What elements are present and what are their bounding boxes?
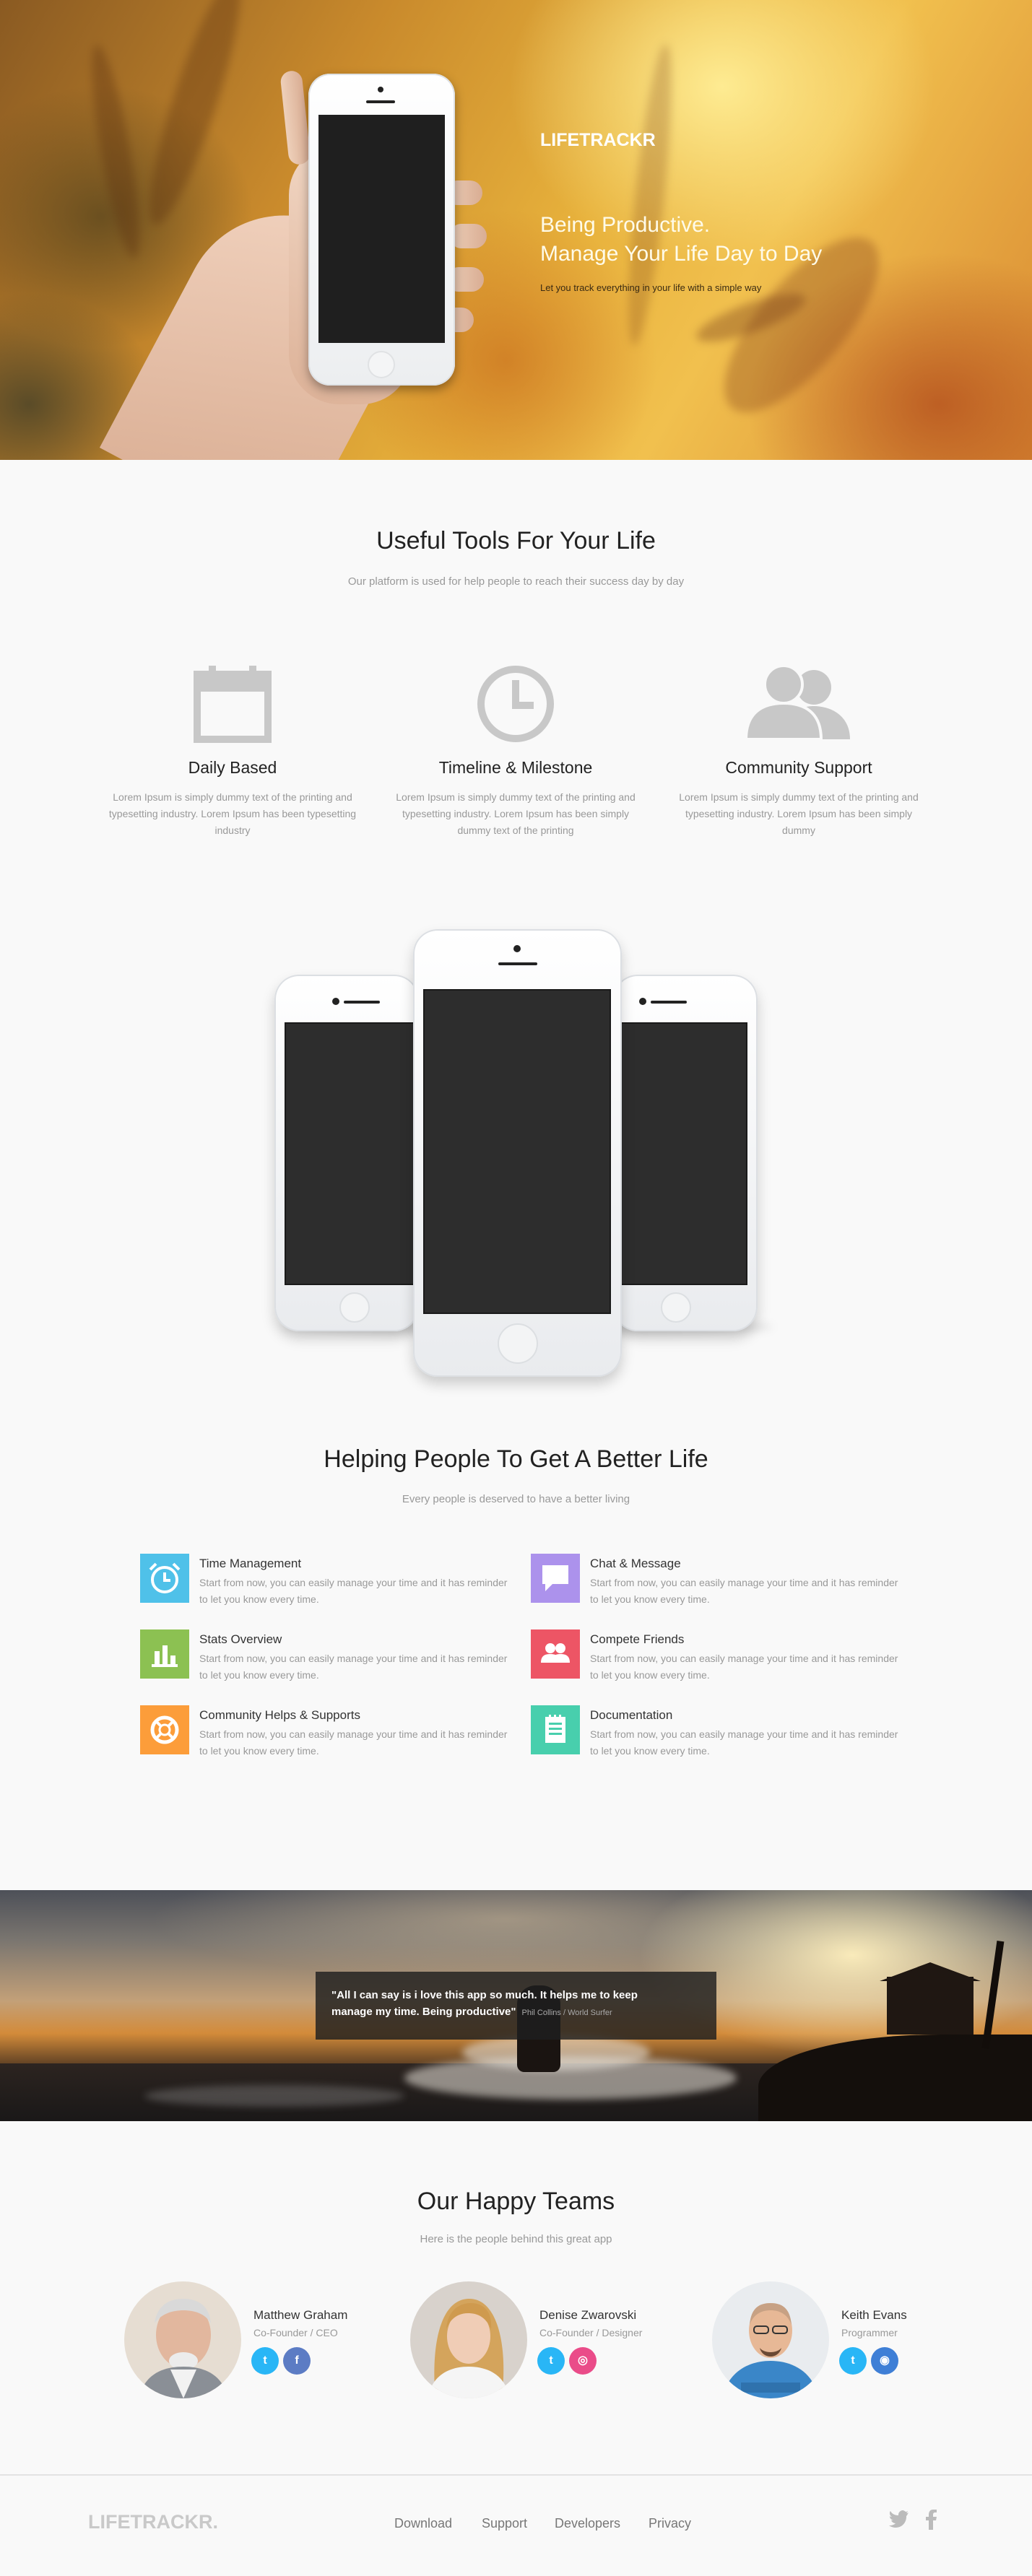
feature-title: Time Management <box>199 1557 302 1570</box>
phone-left-image <box>274 975 419 1331</box>
feature-title: Chat & Message <box>590 1557 681 1570</box>
member-role: Co-Founder / CEO <box>253 2327 338 2338</box>
member-name: Matthew Graham <box>253 2308 348 2322</box>
tool-community-support: Community Support Lorem Ipsum is simply … <box>669 664 929 839</box>
feature-desc: Start from now, you can easily manage yo… <box>199 1728 508 1757</box>
hero-headline-line2: Manage Your Life Day to Day <box>540 242 823 266</box>
quote-line2-wrap: manage my time. Being productive" Phil Co… <box>331 2003 701 2022</box>
hero-headline: Being Productive. Manage Your Life Day t… <box>540 211 916 269</box>
team-title: Our Happy Teams <box>417 2188 615 2215</box>
testimonial-section: "All I can say is i love this app so muc… <box>0 1890 1032 2121</box>
feature-title: Community Helps & Supports <box>199 1708 360 1722</box>
feature-desc: Start from now, you can easily manage yo… <box>199 1653 508 1681</box>
team-member-denise: Denise Zwarovski Co-Founder / Designer t… <box>410 2281 714 2404</box>
tool-title: Daily Based <box>188 758 277 777</box>
feature-chat-message: Chat & Message Start from now, you can e… <box>531 1554 906 1611</box>
team-member-keith: Keith Evans Programmer t ◉ <box>712 2281 1015 2404</box>
facebook-icon[interactable] <box>926 2510 937 2535</box>
avatar <box>712 2281 829 2398</box>
footer-divider <box>0 2474 1032 2476</box>
twitter-icon[interactable]: t <box>839 2347 867 2375</box>
footer-logo[interactable]: LIFETRACKR. <box>88 2511 218 2533</box>
tool-title: Timeline & Milestone <box>438 758 593 777</box>
team-subtitle: Here is the people behind this great app <box>420 2233 612 2245</box>
twitter-icon[interactable]: t <box>537 2347 565 2375</box>
clock-icon <box>476 664 555 744</box>
hero-logo[interactable]: LIFETRACKR <box>540 130 656 151</box>
feature-stats-overview: Stats Overview Start from now, you can e… <box>140 1629 516 1687</box>
footer-link-download[interactable]: Download <box>394 2516 452 2531</box>
facebook-icon[interactable]: f <box>283 2347 311 2375</box>
feature-title: Stats Overview <box>199 1632 282 1646</box>
feature-community-helps: Community Helps & Supports Start from no… <box>140 1705 516 1763</box>
hero-section: LIFETRACKR Being Productive. Manage Your… <box>0 0 1032 460</box>
dribbble-icon[interactable]: ◎ <box>569 2347 597 2375</box>
tools-subtitle: Our platform is used for help people to … <box>347 575 685 588</box>
calendar-icon <box>193 664 272 744</box>
tools-title: Useful Tools For Your Life <box>376 527 656 554</box>
twitter-icon[interactable]: t <box>251 2347 279 2375</box>
lifebuoy-icon <box>140 1705 189 1754</box>
tool-desc: Lorem Ipsum is simply dummy text of the … <box>679 791 919 836</box>
feature-desc: Start from now, you can easily manage yo… <box>590 1728 898 1757</box>
phone-center-image <box>413 929 622 1377</box>
member-name: Keith Evans <box>841 2308 907 2322</box>
feature-desc: Start from now, you can easily manage yo… <box>199 1577 508 1605</box>
testimonial-quote: "All I can say is i love this app so muc… <box>316 1972 716 2040</box>
team-member-matthew: Matthew Graham Co-Founder / CEO t f <box>124 2281 428 2404</box>
footer-link-developers[interactable]: Developers <box>555 2516 620 2531</box>
phone-right-image <box>613 975 758 1331</box>
quote-line2: manage my time. Being productive" <box>331 2006 516 2018</box>
feature-title: Compete Friends <box>590 1632 685 1646</box>
document-icon <box>531 1705 580 1754</box>
footer-link-privacy[interactable]: Privacy <box>649 2516 691 2531</box>
bar-chart-icon <box>140 1629 189 1679</box>
avatar <box>124 2281 241 2398</box>
tool-desc: Lorem Ipsum is simply dummy text of the … <box>108 791 357 836</box>
chat-icon <box>531 1554 580 1603</box>
member-role: Programmer <box>841 2327 898 2338</box>
hero-headline-line1: Being Productive. <box>540 213 711 237</box>
feature-documentation: Documentation Start from now, you can ea… <box>531 1705 906 1763</box>
feature-title: Documentation <box>590 1708 673 1722</box>
features-subtitle: Every people is deserved to have a bette… <box>402 1493 630 1505</box>
hero-phone-image <box>308 74 455 386</box>
feature-desc: Start from now, you can easily manage yo… <box>590 1577 898 1605</box>
feature-compete-friends: Compete Friends Start from now, you can … <box>531 1629 906 1687</box>
github-icon[interactable]: ◉ <box>871 2347 898 2375</box>
avatar <box>410 2281 527 2398</box>
alarm-clock-icon <box>140 1554 189 1603</box>
features-title: Helping People To Get A Better Life <box>324 1445 708 1473</box>
tool-timeline-milestone: Timeline & Milestone Lorem Ipsum is simp… <box>386 664 646 839</box>
tool-daily-based: Daily Based Lorem Ipsum is simply dummy … <box>103 664 363 839</box>
friends-icon <box>531 1629 580 1679</box>
users-icon <box>744 664 853 744</box>
feature-desc: Start from now, you can easily manage yo… <box>590 1653 898 1681</box>
twitter-icon[interactable] <box>889 2510 909 2533</box>
tool-desc: Lorem Ipsum is simply dummy text of the … <box>396 791 636 836</box>
tool-title: Community Support <box>725 758 872 777</box>
page: LIFETRACKR Being Productive. Manage Your… <box>0 0 1032 2576</box>
hero-subtext: Let you track everything in your life wi… <box>540 282 762 293</box>
member-name: Denise Zwarovski <box>539 2308 637 2322</box>
quote-author: Phil Collins / World Surfer <box>521 2009 612 2017</box>
feature-time-management: Time Management Start from now, you can … <box>140 1554 516 1611</box>
member-role: Co-Founder / Designer <box>539 2327 643 2338</box>
quote-line1: "All I can say is i love this app so muc… <box>331 1989 638 2001</box>
footer-link-support[interactable]: Support <box>482 2516 527 2531</box>
